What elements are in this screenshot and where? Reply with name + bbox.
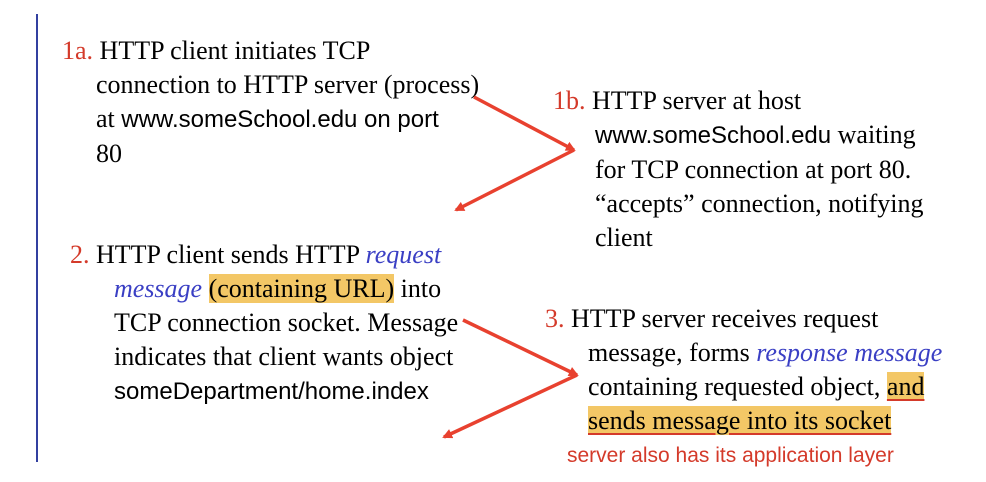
arrow-2-to-3 (462, 318, 579, 377)
arrows-layer (442, 95, 579, 439)
arrow-1b-to-2 (454, 148, 575, 212)
arrow-1a-to-1b (473, 95, 576, 152)
http-steps-diagram: 1a. HTTP client initiates TCP connection… (0, 0, 986, 482)
arrow-3-to-client (442, 373, 578, 439)
